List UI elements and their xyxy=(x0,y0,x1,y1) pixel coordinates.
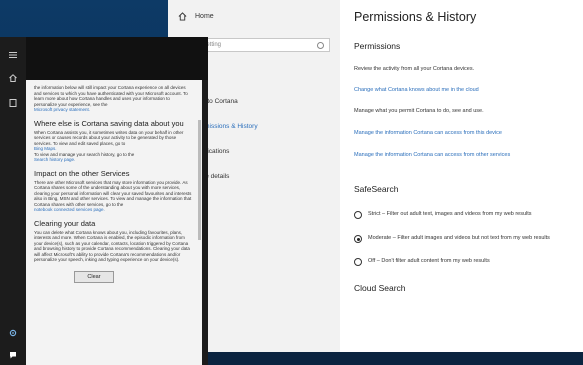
radio-button[interactable] xyxy=(354,235,362,243)
clearing-text: You can delete what Cortana knows about … xyxy=(34,229,190,263)
clearing-heading: Clearing your data xyxy=(34,218,96,228)
safesearch-heading: SafeSearch xyxy=(354,184,399,194)
radio-label: Strict – Filter out adult text, images a… xyxy=(368,211,532,217)
where-heading: Where else is Cortana saving data about … xyxy=(34,118,184,128)
home-icon xyxy=(178,12,187,21)
radio-label: Off – Don't filter adult content from my… xyxy=(368,258,490,264)
impact-heading: Impact on the other Services xyxy=(34,168,130,178)
link-cloud-knowledge[interactable]: Change what Cortana knows about me in th… xyxy=(354,87,582,93)
permissions-manage-text: Manage what you permit Cortana to do, se… xyxy=(354,108,484,114)
clear-button[interactable]: Clear xyxy=(74,270,114,283)
page-title: Permissions & History xyxy=(354,10,477,24)
cortana-header xyxy=(26,37,208,80)
impact-text: There are other Microsoft services that … xyxy=(34,179,192,207)
nav-home[interactable]: Home xyxy=(178,12,214,21)
permissions-heading: Permissions xyxy=(354,41,401,51)
settings-content: Permissions & History Permissions Review… xyxy=(348,0,583,352)
notebook-icon[interactable] xyxy=(9,99,17,107)
safesearch-option-moderate[interactable]: Moderate – Filter adult images and video… xyxy=(354,234,579,243)
safesearch-option-off[interactable]: Off – Don't filter adult content from my… xyxy=(354,257,579,266)
cloud-search-heading: Cloud Search xyxy=(354,283,406,293)
link-other-services[interactable]: Manage the information Cortana can acces… xyxy=(354,152,582,158)
search-icon xyxy=(317,42,324,49)
scrollbar[interactable] xyxy=(198,120,201,240)
taskbar xyxy=(168,352,583,365)
radio-label: Moderate – Filter adult images and video… xyxy=(368,235,550,241)
settings-window: Home Find a setting Talk to Cortana Perm… xyxy=(168,0,583,352)
where-text: When Cortana assists you, it sometimes w… xyxy=(34,129,184,146)
cortana-panel: the information below will still impact … xyxy=(0,37,208,365)
permissions-review-text: Review the activity from all your Cortan… xyxy=(354,66,475,72)
connected-services-link[interactable]: notebook connected services page. xyxy=(34,207,194,213)
popup-intro-text: the information below will still impact … xyxy=(34,85,188,107)
home-icon[interactable] xyxy=(9,74,17,82)
gear-icon[interactable] xyxy=(9,329,17,337)
radio-button[interactable] xyxy=(354,258,362,266)
safesearch-option-strict[interactable]: Strict – Filter out adult text, images a… xyxy=(354,210,579,219)
privacy-statement-link[interactable]: Microsoft privacy statement. xyxy=(34,107,194,113)
menu-icon[interactable] xyxy=(9,51,17,59)
cortana-info-popup: the information below will still impact … xyxy=(26,80,202,365)
feedback-icon[interactable] xyxy=(9,351,17,359)
cortana-side-rail xyxy=(0,37,26,365)
nav-home-label: Home xyxy=(195,13,214,20)
search-history-link[interactable]: Search history page. xyxy=(34,157,194,163)
radio-button[interactable] xyxy=(354,211,362,219)
link-this-device[interactable]: Manage the information Cortana can acces… xyxy=(354,130,582,136)
